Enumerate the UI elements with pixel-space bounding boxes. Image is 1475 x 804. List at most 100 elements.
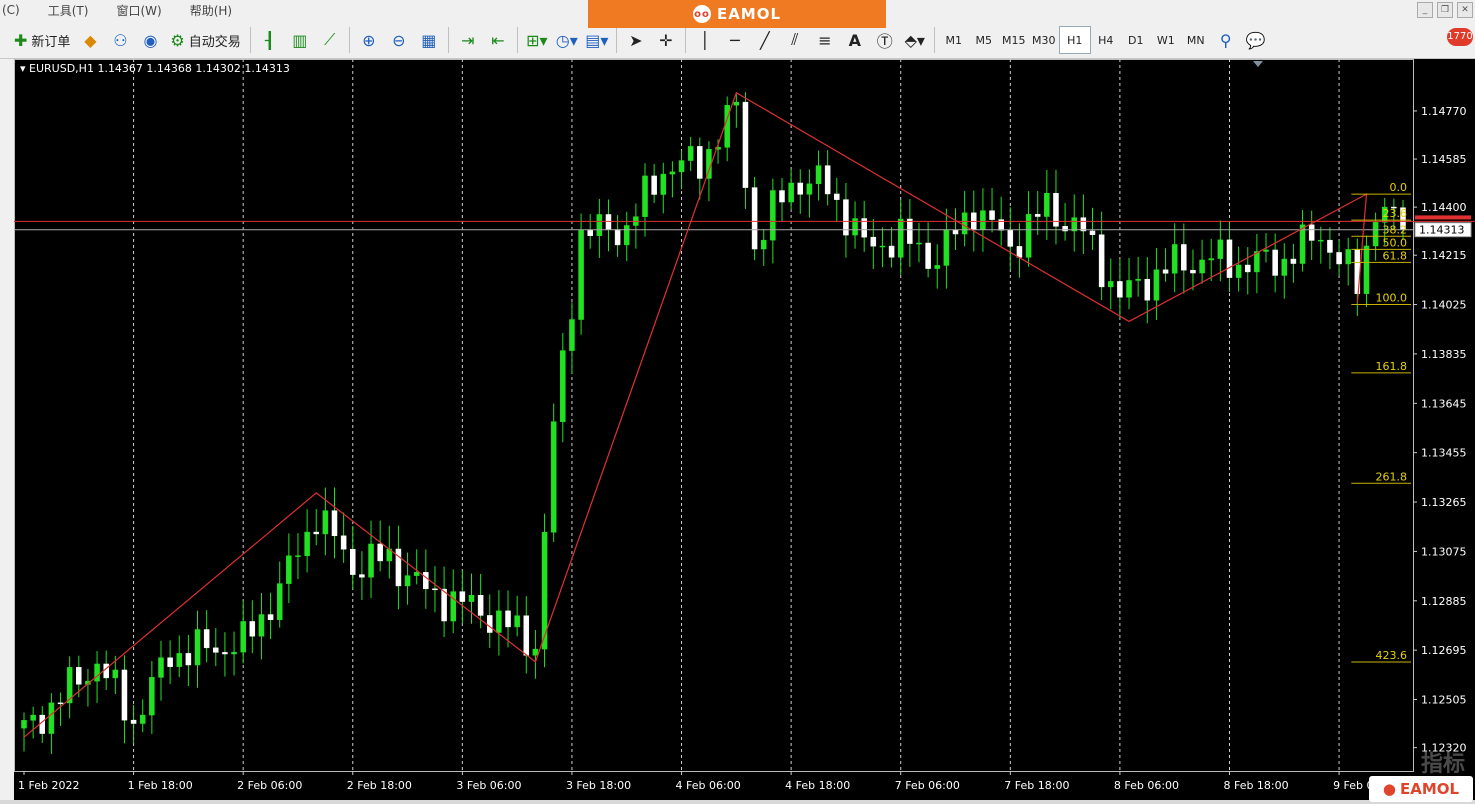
candle-body: [934, 265, 941, 269]
navigator-icon[interactable]: ⚇: [106, 26, 134, 54]
candle-body: [907, 218, 913, 244]
new-order-button[interactable]: ✚ 新订单: [10, 26, 74, 54]
auto-trading-label: 自动交易: [188, 34, 241, 50]
candle-body: [258, 614, 265, 637]
candle-body: [1290, 258, 1297, 264]
menu-item-window[interactable]: 窗口(W): [102, 2, 175, 19]
candle-body: [505, 610, 511, 628]
price-chart[interactable]: 1.14770 1.14585 1.14400 1.14215 1.14025 1.138…: [14, 59, 1475, 800]
candle-body: [824, 165, 831, 195]
minimize-icon[interactable]: _: [1417, 2, 1433, 18]
chart-shift-icon[interactable]: ⇤: [484, 26, 512, 54]
vertical-line-icon[interactable]: │: [691, 26, 719, 54]
candle-body: [523, 615, 530, 656]
candle-body: [724, 104, 730, 148]
menu-item-file[interactable]: (C): [0, 3, 34, 17]
candle-body: [350, 548, 356, 575]
search-icon[interactable]: ⚲: [1212, 26, 1240, 54]
candle-body: [158, 657, 164, 678]
y-axis-tick-label: 1.13645: [1421, 397, 1467, 410]
timeframe-h1[interactable]: H1: [1058, 26, 1091, 54]
y-axis-tick-label: 1.13075: [1421, 545, 1467, 558]
toolbar-divider: [684, 27, 686, 53]
candle-body: [779, 190, 785, 203]
timeframe-m30[interactable]: M30: [1029, 26, 1059, 54]
candle-body: [213, 647, 219, 653]
candlestick-chart-icon[interactable]: ▥: [286, 26, 314, 54]
candle-body: [587, 229, 593, 236]
candle-body: [1199, 259, 1205, 274]
auto-scroll-icon[interactable]: ⇥: [454, 26, 482, 54]
watermark-label: EAMOL: [1400, 780, 1460, 798]
candle-body: [1080, 217, 1087, 232]
horizontal-line-icon[interactable]: ─: [721, 26, 749, 54]
text-label-icon[interactable]: Ⓣ: [871, 26, 899, 54]
candle-body: [441, 588, 447, 622]
zoom-in-icon[interactable]: ⊕: [355, 26, 383, 54]
timeframe-m5[interactable]: M5: [969, 26, 999, 54]
tile-windows-icon[interactable]: ▦: [415, 26, 443, 54]
brand-banner: oo EAMOL: [588, 0, 886, 28]
candle-body: [322, 510, 329, 535]
bar-chart-icon[interactable]: ┨: [256, 26, 284, 54]
x-axis-tick-label: 1 Feb 18:00: [128, 779, 193, 792]
candle-body: [231, 651, 237, 655]
candle-body: [194, 629, 201, 666]
x-axis-tick-label: 1 Feb 2022: [18, 779, 79, 792]
text-icon[interactable]: A: [841, 26, 869, 54]
candle-body: [770, 190, 776, 241]
candle-body: [468, 595, 475, 602]
periods-clock-icon[interactable]: ◷▾: [553, 26, 581, 54]
red-line-price-marker: [1415, 215, 1471, 220]
arrows-icon[interactable]: ⬘▾: [901, 26, 929, 54]
menu-item-tools[interactable]: 工具(T): [34, 2, 103, 19]
market-watch-icon[interactable]: ◆: [76, 26, 104, 54]
fibonacci-retracement-icon[interactable]: ≡: [811, 26, 839, 54]
auto-trading-button[interactable]: ⚙ 自动交易: [166, 26, 244, 54]
fibonacci-level-label: 61.8: [1383, 249, 1408, 262]
cursor-arrow-icon[interactable]: ➤: [622, 26, 650, 54]
timeframe-mn[interactable]: MN: [1181, 26, 1211, 54]
candle-body: [514, 615, 520, 628]
candle-body: [1089, 230, 1096, 235]
chart-window[interactable]: ▾ EURUSD,H1 1.14367 1.14368 1.14302 1.14…: [14, 59, 1475, 800]
crosshair-icon[interactable]: ✛: [652, 26, 680, 54]
templates-icon[interactable]: ▤▾: [583, 26, 611, 54]
candle-body: [76, 667, 82, 685]
timeframe-m15[interactable]: M15: [999, 26, 1029, 54]
timeframe-w1[interactable]: W1: [1151, 26, 1181, 54]
menu-item-help[interactable]: 帮助(H): [176, 2, 246, 19]
timeframe-d1[interactable]: D1: [1121, 26, 1151, 54]
x-axis-tick-label: 3 Feb 18:00: [566, 779, 631, 792]
line-chart-icon[interactable]: ⟋: [316, 26, 344, 54]
equidistant-channel-icon[interactable]: ⫽: [781, 26, 809, 54]
candle-body: [377, 543, 383, 562]
candle-body: [1108, 281, 1114, 288]
candle-body: [94, 663, 100, 682]
candle-body: [1062, 226, 1068, 232]
restore-icon[interactable]: ❐: [1437, 2, 1453, 18]
candle-body: [167, 657, 173, 667]
chart-menu-triangle-icon[interactable]: ▾: [20, 62, 26, 75]
trend-line-icon[interactable]: ╱: [751, 26, 779, 54]
x-axis-tick-label: 2 Feb 18:00: [347, 779, 412, 792]
terminal-icon[interactable]: ◉: [136, 26, 164, 54]
candle-body: [560, 350, 566, 422]
indicators-icon[interactable]: ⊞▾: [523, 26, 551, 54]
timeframe-h4[interactable]: H4: [1091, 26, 1121, 54]
notification-badge[interactable]: 1770: [1447, 28, 1473, 46]
watermark-logo-icon: ●: [1382, 780, 1396, 798]
candle-body: [834, 193, 840, 200]
close-icon[interactable]: ✕: [1457, 2, 1473, 18]
candle-body: [30, 714, 36, 721]
timeframe-m1[interactable]: M1: [939, 26, 969, 54]
chat-icon[interactable]: 💬: [1242, 26, 1270, 54]
candle-body: [1363, 245, 1370, 294]
candle-body: [340, 535, 347, 550]
candle-body: [48, 702, 55, 734]
candle-body: [788, 182, 794, 203]
candle-body: [1217, 239, 1224, 259]
candle-body: [413, 572, 420, 576]
zoom-out-icon[interactable]: ⊖: [385, 26, 413, 54]
x-axis-tick-label: 4 Feb 06:00: [676, 779, 741, 792]
